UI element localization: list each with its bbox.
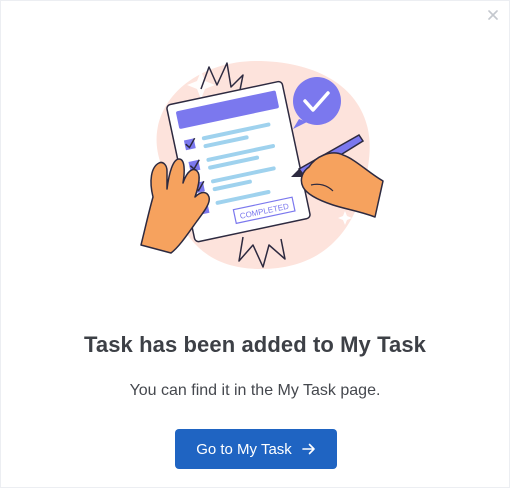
dialog-title: Task has been added to My Task [83, 332, 427, 357]
go-to-my-task-label: Go to My Task [196, 440, 292, 458]
arrow-right-icon [301, 443, 316, 455]
dialog-message: You can find it in the My Task page. [129, 382, 381, 399]
close-icon [488, 10, 498, 20]
success-dialog: COMPLETED Task has been added to My Task… [0, 0, 510, 488]
go-to-my-task-button[interactable]: Go to My Task [175, 429, 337, 469]
task-completed-illustration: COMPLETED [139, 60, 384, 269]
close-button[interactable] [483, 5, 503, 25]
